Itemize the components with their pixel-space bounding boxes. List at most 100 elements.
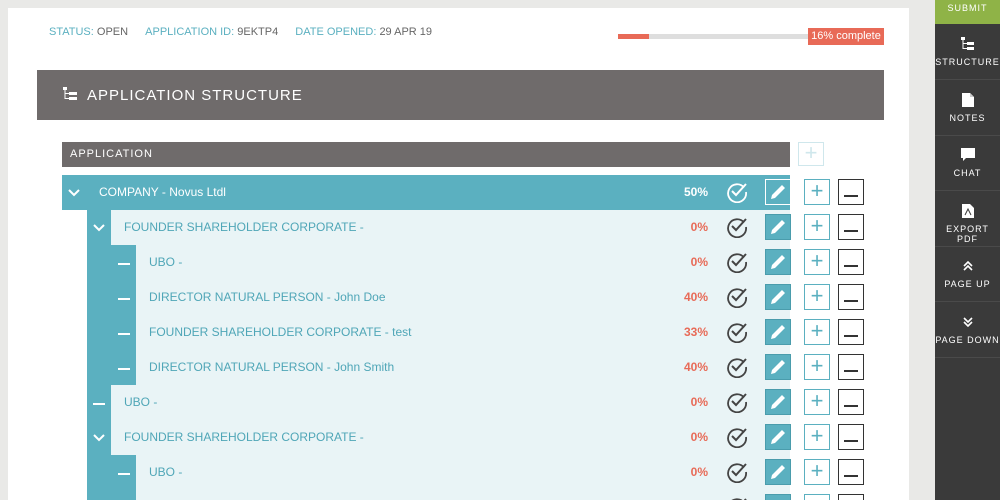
add-child-button[interactable]: + [804,389,830,415]
tree-row[interactable]: UBO - 0% + [62,245,864,280]
edit-pencil-icon[interactable] [765,284,791,310]
check-circle-icon[interactable] [726,251,748,274]
status-meta: STATUS: OPEN [49,26,129,38]
edit-pencil-icon[interactable] [765,459,791,485]
sidebar-item-label: STRUCTURE [935,57,1000,67]
remove-node-button[interactable] [838,284,864,310]
edit-pencil-icon[interactable] [765,389,791,415]
edit-pencil-icon[interactable] [765,494,791,500]
date-meta: DATE OPENED: 29 APR 19 [295,26,433,38]
appid-value: 9EKTP4 [237,26,279,38]
collapse-minus-icon[interactable] [112,245,136,280]
edit-pencil-icon[interactable] [765,179,791,205]
notes-icon [935,92,1000,109]
edit-pencil-icon[interactable] [765,249,791,275]
tree-row[interactable]: UBO - 0% + [62,385,864,420]
tree-row[interactable]: DIRECTOR NATURAL PERSON - John Doe 40% + [62,280,864,315]
collapse-minus-icon[interactable] [112,280,136,315]
tree-row-label: DIRECTOR NATURAL PERSON - John Doe [149,290,386,304]
chevron-down-icon[interactable] [62,175,86,210]
tree-row[interactable]: DIRECTOR NATURAL PERSON - John Smith 40% + [62,350,864,385]
remove-node-button[interactable] [838,494,864,500]
remove-node-button[interactable] [838,214,864,240]
tree-indent [87,490,112,500]
add-child-button[interactable]: + [804,249,830,275]
chevron-down-icon[interactable] [112,490,136,500]
add-child-button[interactable]: + [804,319,830,345]
edit-pencil-icon[interactable] [765,319,791,345]
remove-node-button[interactable] [838,424,864,450]
check-circle-icon[interactable] [726,426,748,449]
submit-button[interactable]: SUBMIT [935,0,1000,24]
completion-percent: 0% [672,490,708,500]
tree-row[interactable]: FOUNDER SHAREHOLDER CORPORATE - 0% + [62,420,864,455]
edit-pencil-icon[interactable] [765,214,791,240]
sidebar-item-notes[interactable]: NOTES [935,81,1000,136]
add-child-button[interactable]: + [804,424,830,450]
collapse-minus-icon[interactable] [112,315,136,350]
tree-row[interactable]: FOUNDER SHAREHOLDER CORPORATE - test 33% + [62,315,864,350]
tree-indent [87,315,112,350]
page-down-icon [935,315,1000,331]
chat-icon [935,148,1000,164]
add-root-button[interactable]: + [798,142,824,166]
tree-row[interactable]: COMPANY - Novus Ltdl 50% + [62,175,864,210]
sidebar-item-page-down[interactable]: PAGE DOWN [935,303,1000,358]
section-title: APPLICATION STRUCTURE [87,86,303,104]
check-circle-icon[interactable] [726,286,748,309]
tree-header: APPLICATION [62,142,790,167]
completion-percent: 0% [690,255,708,269]
tree-row[interactable]: FOUNDER SHAREHOLDER CORPORATE - 0% + [62,490,864,500]
check-circle-icon[interactable] [726,181,748,204]
add-child-button[interactable]: + [804,214,830,240]
chevron-down-icon[interactable] [87,420,111,455]
progress-label: 16% complete [808,28,884,45]
progress-fill [618,34,650,39]
tree-row-label: UBO - [149,255,183,269]
remove-node-button[interactable] [838,249,864,275]
add-child-button[interactable]: + [804,459,830,485]
tree-row[interactable]: FOUNDER SHAREHOLDER CORPORATE - 0% + [62,210,864,245]
tree-row-label: UBO - [149,465,183,479]
right-sidebar: SUBMIT STRUCTURE NOTES CHAT EXPORT PDF PAGE … [935,0,1000,500]
remove-node-button[interactable] [838,354,864,380]
remove-node-button[interactable] [838,389,864,415]
structure-icon [935,37,1000,53]
sidebar-item-label: EXPORT PDF [946,223,989,244]
sidebar-item-structure[interactable]: STRUCTURE [935,25,1000,80]
collapse-minus-icon[interactable] [112,455,136,490]
add-child-button[interactable]: + [804,354,830,380]
remove-node-button[interactable] [838,459,864,485]
check-circle-icon[interactable] [726,356,748,379]
completion-percent: 50% [683,185,708,199]
remove-node-button[interactable] [838,319,864,345]
tree-row-label: FOUNDER SHAREHOLDER CORPORATE - [149,490,389,500]
page-content: STATUS: OPEN APPLICATION ID: 9EKTP4 DATE… [8,8,909,500]
completion-percent: 40% [683,290,708,304]
add-child-button[interactable]: + [804,284,830,310]
sidebar-item-page-up[interactable]: PAGE UP [935,247,1000,302]
sidebar-item-chat[interactable]: CHAT [935,136,1000,191]
edit-pencil-icon[interactable] [765,424,791,450]
edit-pencil-icon[interactable] [765,354,791,380]
check-circle-icon[interactable] [726,321,748,344]
sidebar-item-label: CHAT [953,168,982,178]
sidebar-item-export-pdf[interactable]: EXPORT PDF [935,192,1000,247]
check-circle-icon[interactable] [726,496,748,500]
check-circle-icon[interactable] [726,461,748,484]
chevron-down-icon[interactable] [87,210,111,245]
remove-node-button[interactable] [838,179,864,205]
tree-indent [87,455,112,490]
progress-bar [618,34,814,39]
add-child-button[interactable]: + [804,179,830,205]
page-up-icon [935,259,1000,275]
completion-percent: 0% [690,220,708,234]
collapse-minus-icon[interactable] [87,385,111,420]
sidebar-item-label: PAGE UP [944,279,991,289]
check-circle-icon[interactable] [726,391,748,414]
collapse-minus-icon[interactable] [112,350,136,385]
check-circle-icon[interactable] [726,216,748,239]
tree-row-label: DIRECTOR NATURAL PERSON - John Smith [149,360,395,374]
add-child-button[interactable]: + [804,494,830,500]
tree-row[interactable]: UBO - 0% + [62,455,864,490]
